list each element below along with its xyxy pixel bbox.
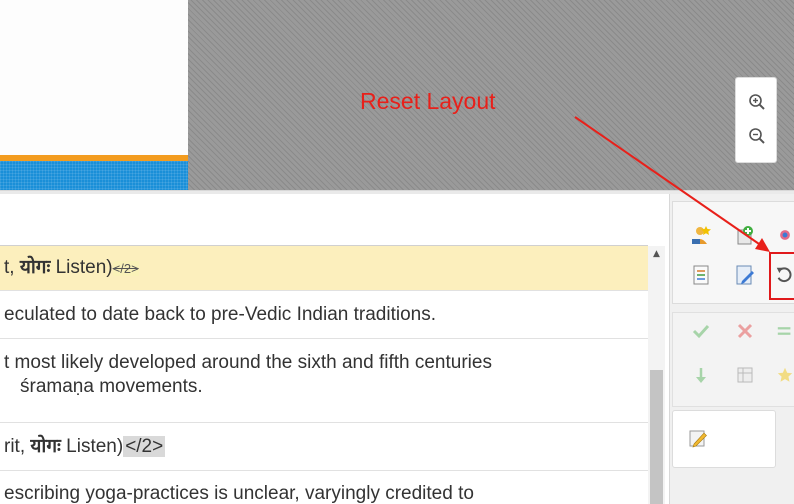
row-text: Listen) — [50, 257, 113, 278]
add-user-icon — [692, 226, 711, 244]
table-icon — [737, 367, 753, 383]
row-text: t most likely developed around the sixth… — [4, 352, 492, 373]
scroll-up-button[interactable]: ▲ — [648, 246, 665, 262]
zoom-in-icon — [749, 94, 765, 110]
annotation-label: Reset Layout — [360, 88, 496, 114]
zoom-out-icon — [749, 128, 765, 144]
table-button[interactable] — [732, 362, 758, 388]
row-text: rit, — [4, 436, 31, 457]
row-text: t, — [4, 257, 20, 278]
reject-button[interactable] — [732, 318, 758, 344]
merge-icon — [777, 327, 791, 335]
row-text: Listen) — [60, 436, 124, 457]
star-icon — [777, 367, 793, 382]
add-user-button[interactable] — [688, 222, 714, 248]
star-button[interactable] — [776, 362, 794, 388]
list-item[interactable]: rit, योगः Listen) </2> — [0, 423, 648, 471]
list-item[interactable]: escribing yoga-practices is unclear, var… — [0, 471, 648, 504]
document-list-button[interactable] — [688, 262, 714, 288]
inline-tag[interactable]: </2> — [123, 436, 166, 457]
list-header — [0, 194, 648, 246]
edit-pencil-icon — [689, 430, 707, 448]
row-text: eculated to date back to pre-Vedic India… — [4, 304, 436, 325]
reset-layout-highlight — [769, 252, 794, 300]
edit-pencil-button[interactable] — [685, 425, 711, 451]
row-bold-text: योगः — [30, 436, 61, 457]
list-item[interactable]: t most likely developed around the sixth… — [0, 339, 648, 423]
add-item-button[interactable] — [732, 222, 758, 248]
edit-document-icon — [736, 265, 754, 285]
add-green-icon — [737, 226, 753, 245]
edit-document-button[interactable] — [732, 262, 758, 288]
scrollbar-thumb[interactable] — [650, 370, 663, 504]
preview-blue-bar — [0, 161, 188, 192]
segment-list: t, योगः Listen)</2> eculated to date bac… — [0, 194, 670, 504]
row-text: śramaṇa movements. — [20, 376, 203, 397]
split-down-icon — [696, 368, 706, 383]
view-button[interactable] — [776, 222, 794, 248]
row-text: escribing yoga-practices is unclear, var… — [4, 483, 474, 504]
split-down-button[interactable] — [688, 362, 714, 388]
row-bold-text: योगः — [19, 257, 51, 278]
merge-button[interactable] — [776, 318, 794, 344]
inline-tag[interactable]: </2> — [112, 261, 139, 276]
zoom-in-button[interactable] — [744, 88, 770, 116]
zoom-controls — [735, 77, 777, 163]
list-item[interactable]: t, योगः Listen)</2> — [0, 246, 648, 291]
document-list-icon — [693, 265, 709, 285]
list-item[interactable]: eculated to date back to pre-Vedic India… — [0, 291, 648, 339]
accept-icon — [692, 324, 710, 339]
view-icon — [780, 230, 790, 240]
accept-button[interactable] — [688, 318, 714, 344]
zoom-out-button[interactable] — [744, 122, 770, 150]
reject-icon — [737, 323, 753, 339]
